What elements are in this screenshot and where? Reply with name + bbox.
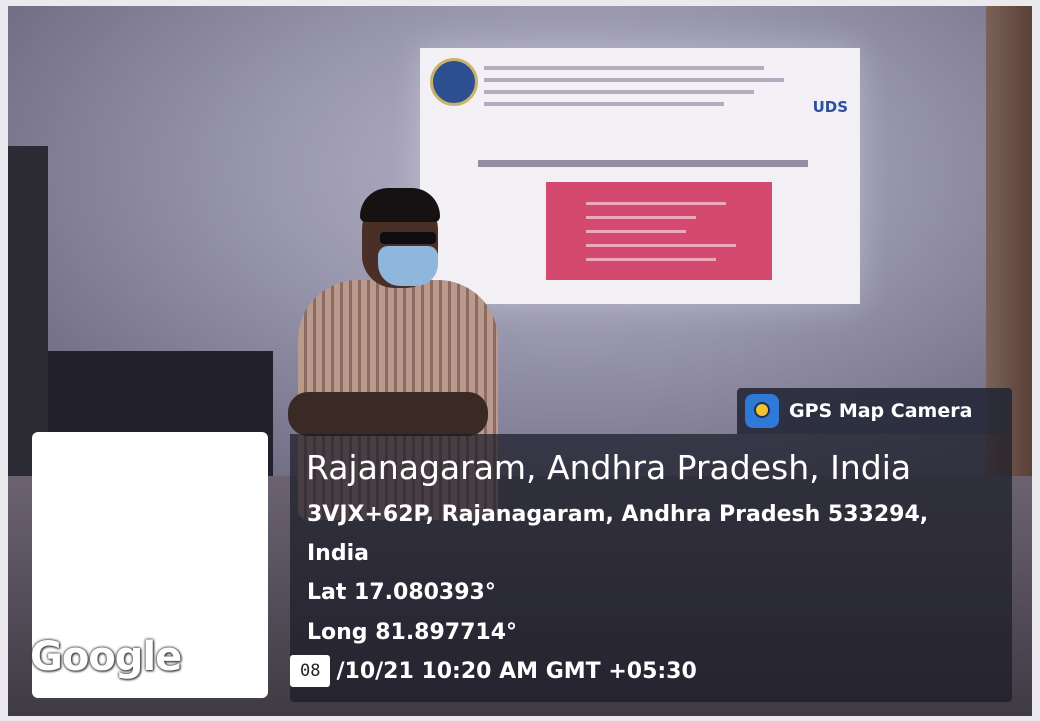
screen-text-line	[484, 78, 784, 82]
screen-title-line	[478, 160, 808, 167]
location-title: Rajanagaram, Andhra Pradesh, India	[306, 448, 912, 487]
uds-logo: UDS	[812, 98, 848, 116]
datetime-row: 08 /10/21 10:20 AM GMT +05:30	[290, 651, 697, 691]
glasses	[380, 232, 436, 244]
badge-label: GPS Map Camera	[789, 400, 973, 422]
screen-text-line	[484, 90, 754, 94]
date-time: /10/21 10:20 AM GMT +05:30	[336, 658, 697, 684]
address-line-2: India	[307, 541, 369, 566]
gps-map-camera-badge: GPS Map Camera	[737, 388, 1012, 434]
box-text-line	[586, 216, 696, 219]
box-text-line	[586, 258, 716, 261]
hair	[360, 188, 440, 222]
date-day-box: 08	[290, 655, 331, 687]
address-line-1: 3VJX+62P, Rajanagaram, Andhra Pradesh 53…	[307, 502, 929, 527]
arms	[288, 392, 488, 436]
longitude: Long 81.897714°	[307, 620, 518, 645]
screen-text-line	[484, 102, 724, 106]
projected-name-box	[546, 182, 772, 280]
face-mask	[378, 246, 438, 286]
box-text-line	[586, 230, 686, 233]
google-logo: Google	[30, 634, 182, 680]
gps-map-camera-app-icon	[745, 394, 779, 428]
latitude: Lat 17.080393°	[307, 580, 496, 605]
box-text-line	[586, 202, 726, 205]
screen-text-line	[484, 66, 764, 70]
box-text-line	[586, 244, 736, 247]
institute-logo	[430, 58, 478, 106]
